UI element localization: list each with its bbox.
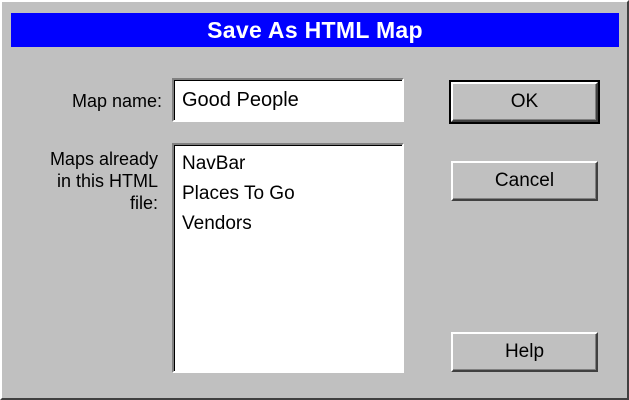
existing-maps-label: Maps already in this HTML file: xyxy=(18,148,158,214)
list-item-navbar[interactable]: NavBar xyxy=(182,149,402,179)
map-name-input[interactable] xyxy=(172,78,404,122)
list-item-vendors[interactable]: Vendors xyxy=(182,209,402,239)
help-button[interactable]: Help xyxy=(451,332,598,372)
cancel-button[interactable]: Cancel xyxy=(451,161,598,201)
list-item-places-to-go[interactable]: Places To Go xyxy=(182,179,402,209)
existing-maps-label-line-2: in this HTML xyxy=(56,171,158,191)
map-name-label: Map name: xyxy=(71,91,162,111)
ok-button[interactable]: OK xyxy=(449,80,600,124)
existing-maps-listbox[interactable]: NavBar Places To Go Vendors xyxy=(172,143,404,373)
existing-maps-label-line-1: Maps already xyxy=(49,149,158,169)
existing-maps-label-line-3: file: xyxy=(129,193,158,213)
save-as-html-map-dialog: Save As HTML Map Map name: Maps already … xyxy=(0,0,629,400)
dialog-title: Save As HTML Map xyxy=(11,13,619,47)
